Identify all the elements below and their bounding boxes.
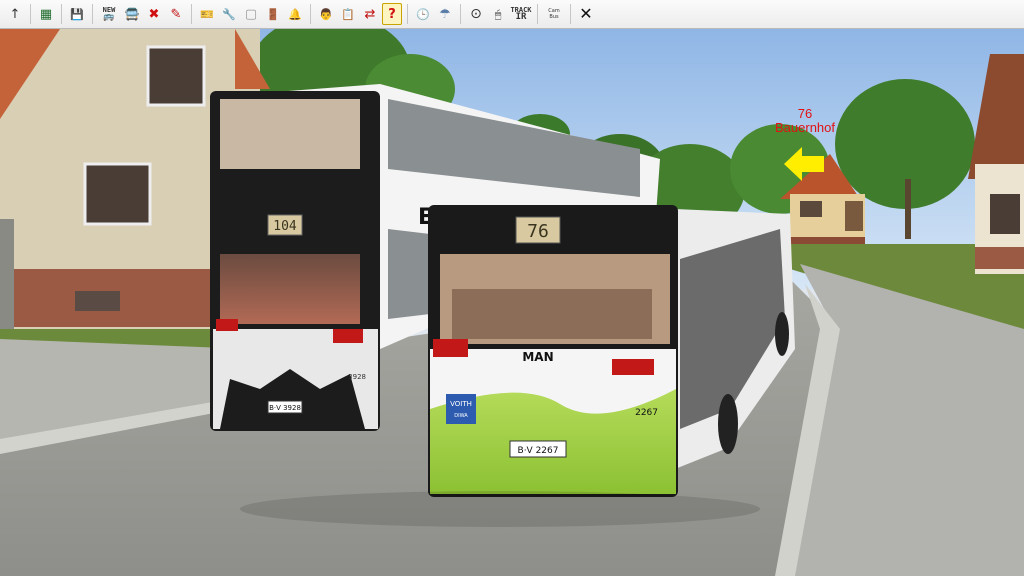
clock-icon[interactable]: 🕒 xyxy=(413,3,433,25)
toolbar-separator xyxy=(570,4,571,24)
cam-bus-label-2: Bus xyxy=(549,14,559,20)
door-icon[interactable]: 🚪 xyxy=(263,3,283,25)
bell-icon[interactable]: 🔔 xyxy=(285,3,305,25)
map-icon[interactable]: ▦ xyxy=(36,3,56,25)
toolbar-separator xyxy=(30,4,31,24)
toolbar-separator xyxy=(310,4,311,24)
toolbar-separator xyxy=(191,4,192,24)
track-ir-button[interactable]: TRACK IR xyxy=(510,3,532,25)
timetable-icon[interactable]: 📋 xyxy=(338,3,358,25)
remove-bus-icon[interactable]: ✖ xyxy=(144,3,164,25)
bus-stop-number: 76 xyxy=(797,106,813,121)
driver-icon[interactable]: 👨 xyxy=(316,3,336,25)
toolbar-separator xyxy=(460,4,461,24)
pen-icon[interactable]: ✎ xyxy=(166,3,186,25)
help-icon[interactable]: ? xyxy=(382,3,402,25)
toolbar: ↑ ▦ 💾 NEW 🚌 🚍 ✖ ✎ 🎫 🔧 ▢ 🚪 🔔 👨 📋 ⇄ ? 🕒 ☂ ⊙… xyxy=(0,0,1024,29)
back-bus-route-display: 104 xyxy=(273,219,297,234)
gray-box-icon[interactable]: ▢ xyxy=(241,3,261,25)
cam-bus-button[interactable]: Cam Bus xyxy=(543,3,565,25)
back-bus-fleet-number: 3928 xyxy=(348,373,366,381)
front-bus-route-display: 76 xyxy=(527,221,549,242)
ticket-icon[interactable]: 🎫 xyxy=(197,3,217,25)
wrench-icon[interactable]: 🔧 xyxy=(219,3,239,25)
up-arrow-icon[interactable]: ↑ xyxy=(5,3,25,25)
swap-icon[interactable]: ⇄ xyxy=(360,3,380,25)
toolbar-separator xyxy=(537,4,538,24)
voith-sublabel: DIWA xyxy=(454,413,468,419)
front-bus-fleet-number: 2267 xyxy=(635,408,658,418)
bus-stop-name: Bauernhof xyxy=(775,120,835,135)
track-ir-label-2: IR xyxy=(515,12,527,22)
simulation-viewport[interactable]: 104 B·V 3928 3928 E 76 MAN VOITH DIWA B·… xyxy=(0,29,1024,576)
new-bus-button[interactable]: NEW 🚌 xyxy=(98,3,120,25)
toolbar-separator xyxy=(92,4,93,24)
weather-icon[interactable]: ☂ xyxy=(435,3,455,25)
scene: 104 B·V 3928 3928 E 76 MAN VOITH DIWA B·… xyxy=(0,29,1024,576)
bus-icon[interactable]: 🚍 xyxy=(122,3,142,25)
bus-stop-label: 76 Bauernhof xyxy=(750,107,860,135)
front-bus-brand: MAN xyxy=(522,350,553,364)
toolbar-separator xyxy=(61,4,62,24)
front-bus-plate: B·V 2267 xyxy=(518,446,559,456)
save-icon[interactable]: 💾 xyxy=(67,3,87,25)
toolbar-separator xyxy=(407,4,408,24)
voith-label: VOITH xyxy=(450,400,472,408)
new-bus-icon: 🚌 xyxy=(103,12,115,22)
back-bus-plate: B·V 3928 xyxy=(269,404,301,412)
camera-icon[interactable]: ⊙ xyxy=(466,3,486,25)
close-icon[interactable]: ✕ xyxy=(576,3,596,25)
mouse-icon[interactable]: 🖱 xyxy=(488,3,508,25)
arrow-left-icon xyxy=(784,147,824,181)
